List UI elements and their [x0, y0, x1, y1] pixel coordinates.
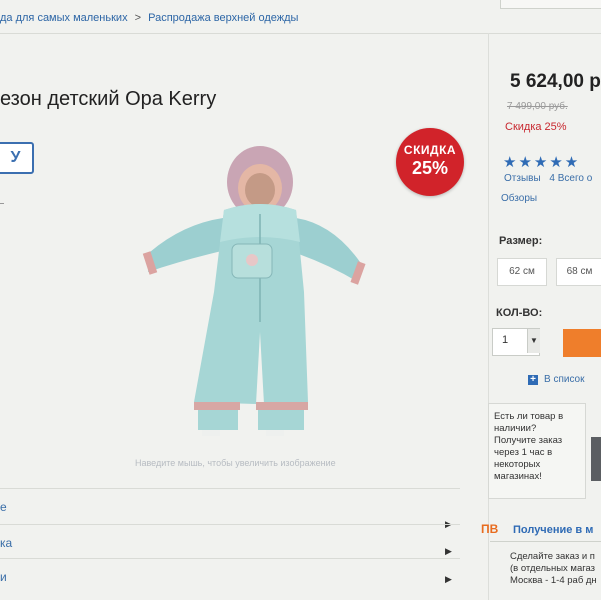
availability-text: Есть ли товар в наличии? Получите заказ …	[494, 411, 578, 497]
divider	[490, 541, 601, 542]
add-to-cart-button[interactable]	[563, 329, 601, 357]
breadcrumb-item[interactable]: да для самых маленьких	[0, 12, 128, 24]
size-option-62[interactable]: 62 см	[497, 258, 547, 286]
size-label: Размер:	[499, 235, 543, 247]
badge-label: СКИДКА	[403, 143, 457, 157]
reviews-link[interactable]: Отзывы	[504, 173, 541, 184]
availability-line: Есть ли товар в	[494, 411, 564, 422]
delivery-line: (в отдельных магаз	[510, 563, 596, 574]
availability-line: магазинах!	[494, 471, 542, 482]
delivery-text: Сделайте заказ и п (в отдельных магаз Мо…	[510, 551, 601, 587]
menu-item[interactable]: е	[0, 500, 7, 514]
badge-percent: 25%	[411, 158, 449, 178]
menu-item[interactable]: ка	[0, 536, 12, 550]
chevron-right-icon[interactable]: ▶	[445, 546, 452, 557]
discount-text: Скидка 25%	[505, 121, 567, 133]
chevron-right-icon[interactable]: ▶	[445, 574, 452, 585]
tab-reviews[interactable]: Обзоры	[501, 193, 537, 204]
reviews-row: Отзывы 4 Всего о	[504, 173, 598, 184]
discount-badge: СКИДКА 25%	[396, 128, 464, 196]
delivery-title[interactable]: Получение в м	[513, 524, 593, 536]
availability-line: через 1 час в	[494, 447, 553, 458]
chevron-down-icon[interactable]: ▼	[527, 329, 540, 353]
pickup-icon: ПВ	[481, 522, 499, 536]
breadcrumb: да для самых маленьких > Распродажа верх…	[0, 12, 302, 24]
quantity-value: 1	[502, 334, 509, 346]
product-title: езон детский Opa Kerry	[0, 88, 217, 110]
plus-icon[interactable]: +	[528, 375, 538, 385]
availability-line: Получите заказ	[494, 435, 563, 446]
divider	[488, 33, 489, 600]
current-price: 5 624,00 р	[510, 71, 601, 92]
product-image[interactable]	[128, 132, 382, 462]
menu-item[interactable]: и	[0, 570, 7, 584]
photo-hint: Наведите мышь, чтобы увеличить изображен…	[135, 458, 336, 468]
divider	[0, 203, 4, 204]
breadcrumb-item[interactable]: Распродажа верхней одежды	[148, 12, 298, 24]
divider	[0, 524, 460, 525]
breadcrumb-separator: >	[134, 12, 142, 24]
brand-logo[interactable]: У	[0, 142, 34, 174]
availability-line: наличии?	[494, 423, 537, 434]
availability-line: некоторых	[494, 459, 541, 470]
reviews-count[interactable]: 4 Всего о	[549, 173, 592, 184]
divider	[0, 488, 460, 489]
divider	[0, 558, 460, 559]
delivery-line: Москва - 1-4 раб дн	[510, 575, 597, 586]
quantity-label: КОЛ-ВО:	[496, 307, 543, 319]
divider	[0, 33, 601, 34]
side-tab[interactable]	[591, 437, 601, 481]
add-to-list-link[interactable]: В список	[544, 374, 585, 385]
rating-stars[interactable]: ★★★★★	[503, 153, 580, 171]
delivery-line: Сделайте заказ и п	[510, 551, 595, 562]
old-price: 7 499,00 руб.	[507, 101, 568, 112]
top-tab[interactable]	[500, 0, 601, 9]
size-option-68[interactable]: 68 см	[556, 258, 601, 286]
